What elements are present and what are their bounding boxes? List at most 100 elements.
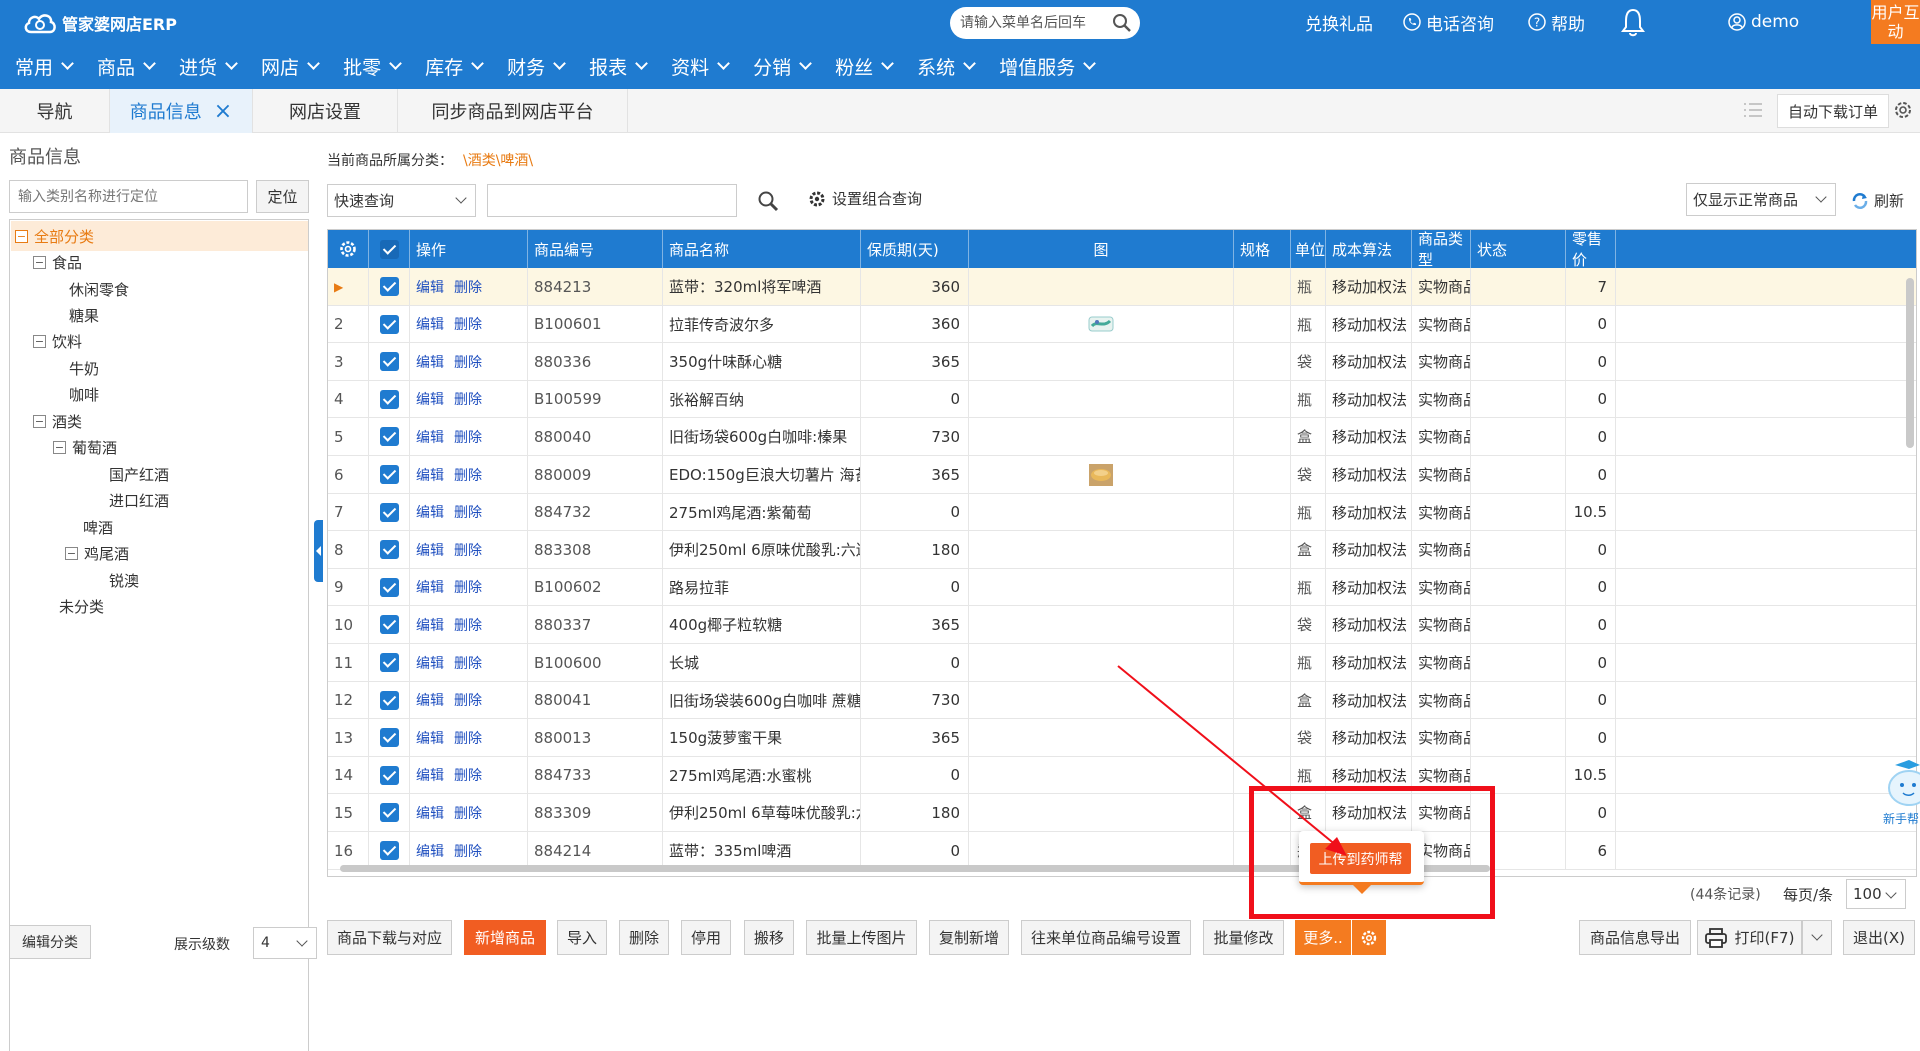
- quick-query-select[interactable]: 快速查询: [327, 184, 476, 217]
- checkbox-checked-icon[interactable]: [379, 728, 399, 748]
- phone-link[interactable]: 电话咨询: [1403, 10, 1494, 35]
- menu-item-finance[interactable]: 财务: [492, 48, 574, 84]
- print-options-button[interactable]: [1802, 920, 1832, 955]
- tree-node-cocktail[interactable]: − 鸡尾酒: [65, 538, 129, 568]
- menu-item-fans[interactable]: 粉丝: [820, 48, 902, 84]
- collapse-icon[interactable]: −: [33, 414, 46, 428]
- row-checkbox[interactable]: [369, 268, 410, 305]
- checkbox-checked-icon[interactable]: [379, 615, 399, 635]
- delete-link[interactable]: 删除: [454, 728, 482, 748]
- collapse-icon[interactable]: −: [53, 440, 66, 454]
- table-row[interactable]: 2编辑删除B100601拉菲传奇波尔多360瓶移动加权法实物商品0: [328, 305, 1916, 344]
- download-match-button[interactable]: 商品下载与对应: [327, 920, 452, 955]
- edit-link[interactable]: 编辑: [416, 389, 444, 409]
- edit-link[interactable]: 编辑: [416, 502, 444, 522]
- edit-link[interactable]: 编辑: [416, 540, 444, 560]
- checkbox-checked-icon[interactable]: [379, 314, 399, 334]
- table-row[interactable]: 4编辑删除B100599张裕解百纳0瓶移动加权法实物商品0: [328, 380, 1916, 419]
- partner-code-settings-button[interactable]: 往来单位商品编号设置: [1021, 920, 1191, 955]
- row-checkbox[interactable]: [369, 531, 410, 569]
- delete-link[interactable]: 删除: [454, 389, 482, 409]
- edit-link[interactable]: 编辑: [416, 765, 444, 785]
- edit-link[interactable]: 编辑: [416, 690, 444, 710]
- table-row[interactable]: 10编辑删除880337400g椰子粒软糖365袋移动加权法实物商品0: [328, 606, 1916, 644]
- header-code[interactable]: 商品编号: [528, 230, 663, 268]
- row-checkbox[interactable]: [369, 681, 410, 719]
- edit-link[interactable]: 编辑: [416, 314, 444, 334]
- collapse-icon[interactable]: −: [33, 334, 46, 348]
- move-button[interactable]: 搬移: [744, 920, 794, 955]
- disable-button[interactable]: 停用: [681, 920, 731, 955]
- more-button[interactable]: 更多..: [1295, 920, 1351, 955]
- tree-node-imported-wine[interactable]: 进口红酒: [109, 485, 169, 515]
- checkbox-checked-icon[interactable]: [379, 803, 399, 823]
- tab-shop-settings[interactable]: 网店设置: [253, 89, 398, 133]
- menu-item-data[interactable]: 资料: [656, 48, 738, 84]
- edit-link[interactable]: 编辑: [416, 615, 444, 635]
- delete-link[interactable]: 删除: [454, 540, 482, 560]
- menu-item-system[interactable]: 系统: [902, 48, 984, 84]
- edit-link[interactable]: 编辑: [416, 728, 444, 748]
- header-name[interactable]: 商品名称: [663, 230, 861, 268]
- edit-link[interactable]: 编辑: [416, 653, 444, 673]
- checkbox-checked-icon[interactable]: [379, 540, 399, 560]
- checkbox-checked-icon[interactable]: [379, 577, 399, 597]
- collapse-icon[interactable]: −: [33, 255, 46, 269]
- tree-node-food[interactable]: − 食品: [33, 247, 82, 277]
- delete-button[interactable]: 删除: [619, 920, 669, 955]
- horizontal-scrollbar[interactable]: [330, 863, 1890, 872]
- table-row[interactable]: 7编辑删除884732275ml鸡尾酒:紫葡萄0瓶移动加权法实物商品10.5: [328, 493, 1916, 532]
- batch-edit-button[interactable]: 批量修改: [1203, 920, 1284, 955]
- delete-link[interactable]: 删除: [454, 277, 482, 297]
- edit-link[interactable]: 编辑: [416, 465, 444, 485]
- export-goods-button[interactable]: 商品信息导出: [1579, 920, 1691, 955]
- checkbox-checked-icon[interactable]: [379, 352, 399, 372]
- user-menu[interactable]: demo: [1728, 10, 1799, 34]
- header-unit[interactable]: 单位: [1291, 230, 1326, 268]
- column-settings-header[interactable]: [328, 230, 369, 268]
- delete-link[interactable]: 删除: [454, 765, 482, 785]
- edit-link[interactable]: 编辑: [416, 803, 444, 823]
- delete-link[interactable]: 删除: [454, 841, 482, 861]
- combo-query-link[interactable]: 设置组合查询: [808, 188, 922, 209]
- row-checkbox[interactable]: [369, 644, 410, 681]
- menu-item-reports[interactable]: 报表: [574, 48, 656, 84]
- row-checkbox[interactable]: [369, 756, 410, 794]
- panel-collapse-handle[interactable]: [314, 520, 323, 582]
- row-checkbox[interactable]: [369, 343, 410, 381]
- normal-goods-filter[interactable]: 仅显示正常商品: [1686, 183, 1836, 216]
- edit-link[interactable]: 编辑: [416, 577, 444, 597]
- delete-link[interactable]: 删除: [454, 653, 482, 673]
- tree-node-uncategorized[interactable]: 未分类: [59, 591, 104, 621]
- checkbox-checked-icon[interactable]: [379, 841, 399, 860]
- feedback-badge[interactable]: 用户互动: [1871, 0, 1920, 44]
- row-checkbox[interactable]: [369, 418, 410, 456]
- table-row[interactable]: 8编辑删除883308伊利250ml 6原味优酸乳:六连包180盒移动加权法实物…: [328, 531, 1916, 569]
- header-cost-method[interactable]: 成本算法: [1326, 230, 1412, 268]
- checkbox-checked-icon[interactable]: [379, 502, 399, 522]
- tab-goods-info[interactable]: 商品信息 ×: [110, 89, 253, 133]
- row-checkbox[interactable]: [369, 719, 410, 757]
- more-settings-button[interactable]: [1352, 920, 1386, 955]
- checkbox-checked-icon[interactable]: [379, 465, 399, 484]
- header-shelf-life[interactable]: 保质期(天): [861, 230, 969, 268]
- row-checkbox[interactable]: [369, 380, 410, 418]
- tab-navigation[interactable]: 导航: [0, 89, 110, 133]
- delete-link[interactable]: 删除: [454, 803, 482, 823]
- table-row[interactable]: 3编辑删除880336350g什味酥心糖365袋移动加权法实物商品0: [328, 343, 1916, 381]
- delete-link[interactable]: 删除: [454, 314, 482, 334]
- edit-link[interactable]: 编辑: [416, 427, 444, 447]
- category-locate-input[interactable]: [9, 180, 248, 213]
- row-checkbox[interactable]: [369, 493, 410, 531]
- row-checkbox[interactable]: [369, 606, 410, 644]
- search-icon[interactable]: [757, 190, 779, 212]
- refresh-link[interactable]: 刷新: [1851, 190, 1904, 211]
- menu-item-stock[interactable]: 库存: [410, 48, 492, 84]
- checkbox-checked-icon[interactable]: [379, 653, 399, 672]
- header-retail-price[interactable]: 零售价: [1566, 230, 1616, 269]
- menu-item-distribution[interactable]: 分销: [738, 48, 820, 84]
- gear-icon[interactable]: [1892, 99, 1914, 121]
- row-checkbox[interactable]: [369, 456, 410, 493]
- tree-node-coffee[interactable]: 咖啡: [69, 379, 99, 409]
- menu-item-wholesale[interactable]: 批零: [328, 48, 410, 84]
